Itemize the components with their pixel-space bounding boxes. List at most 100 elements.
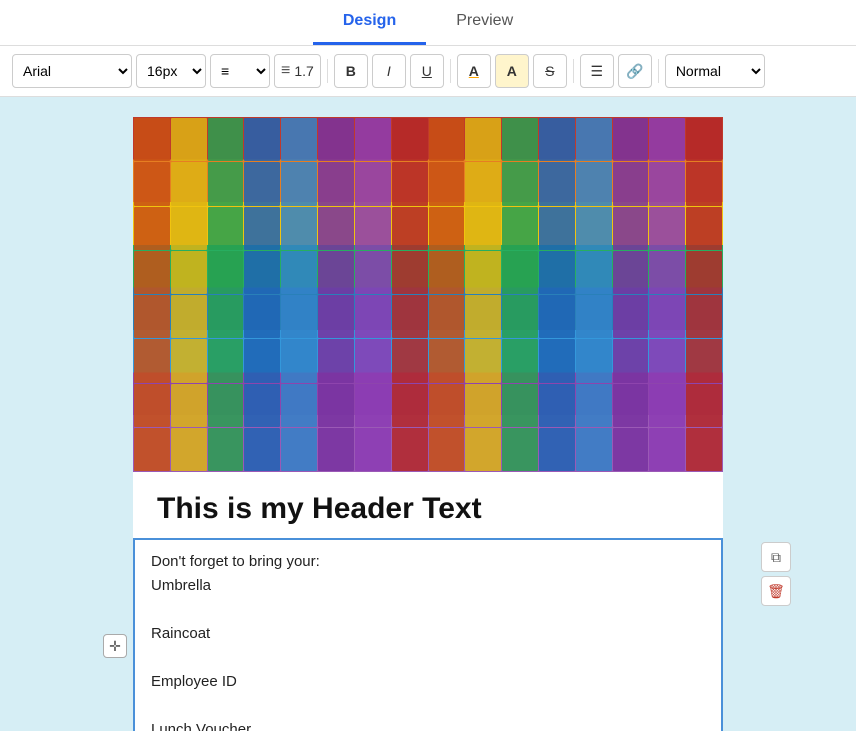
italic-button[interactable]: I xyxy=(372,54,406,88)
photo-cell xyxy=(613,207,649,250)
photo-cell xyxy=(686,118,722,161)
photo-cell xyxy=(539,162,575,205)
highlight-button[interactable]: A xyxy=(495,54,529,88)
photo-cell xyxy=(539,295,575,338)
photo-cell xyxy=(208,339,244,382)
photo-cell xyxy=(649,251,685,294)
photo-cell xyxy=(134,251,170,294)
photo-cell xyxy=(613,428,649,471)
photo-cell xyxy=(465,118,501,161)
photo-cell xyxy=(502,118,538,161)
photo-cell xyxy=(576,428,612,471)
photo-cell xyxy=(318,118,354,161)
photo-cell xyxy=(576,207,612,250)
photo-cell xyxy=(613,118,649,161)
photo-cell xyxy=(208,384,244,427)
photo-cell xyxy=(281,251,317,294)
photo-cell xyxy=(429,251,465,294)
photo-cell xyxy=(281,295,317,338)
delete-block-button[interactable]: 🗑 xyxy=(761,576,791,606)
text-style-select[interactable]: Normal Heading 1 Heading 2 Heading 3 xyxy=(665,54,765,88)
strikethrough-button[interactable]: S xyxy=(533,54,567,88)
photo-cell xyxy=(244,428,280,471)
photo-cell xyxy=(539,251,575,294)
photo-cell xyxy=(281,118,317,161)
photo-cell xyxy=(134,428,170,471)
photo-cell xyxy=(502,339,538,382)
underline-button[interactable]: U xyxy=(410,54,444,88)
tab-preview[interactable]: Preview xyxy=(426,0,543,45)
photo-cell xyxy=(134,207,170,250)
text-block-wrapper: ✛ Don't forget to bring your: Umbrella R… xyxy=(133,538,723,731)
photo-cell xyxy=(244,207,280,250)
photo-grid-overlay: // Generate photo cells for (let i = 0; … xyxy=(133,117,723,472)
photo-cell xyxy=(429,162,465,205)
photo-cell xyxy=(392,162,428,205)
list-button[interactable]: ☰ xyxy=(580,54,614,88)
photo-cell xyxy=(613,384,649,427)
photo-cell xyxy=(244,295,280,338)
photo-cell xyxy=(281,207,317,250)
photo-cell xyxy=(355,162,391,205)
list-item-2: Raincoat xyxy=(151,622,705,646)
photo-cell xyxy=(392,339,428,382)
photo-cell xyxy=(171,118,207,161)
photo-cell xyxy=(576,339,612,382)
line-height-icon: ≡ xyxy=(281,62,290,80)
text-block-actions: ⧉ 🗑 xyxy=(761,542,791,606)
photo-cell xyxy=(465,295,501,338)
photo-cell xyxy=(649,339,685,382)
divider-4 xyxy=(658,59,659,83)
photo-cell xyxy=(686,251,722,294)
photo-cell xyxy=(649,384,685,427)
photo-cell xyxy=(208,295,244,338)
photo-cell xyxy=(134,384,170,427)
photo-cell xyxy=(208,251,244,294)
photo-cell xyxy=(171,251,207,294)
bold-button[interactable]: B xyxy=(334,54,368,88)
photo-cell xyxy=(134,118,170,161)
photo-cell xyxy=(171,162,207,205)
photo-cell xyxy=(171,207,207,250)
photo-cell xyxy=(539,428,575,471)
photo-cell xyxy=(576,118,612,161)
photo-cell xyxy=(318,162,354,205)
photo-grid: // Generate photo cells for (let i = 0; … xyxy=(133,117,723,472)
fill-color-button[interactable]: A xyxy=(457,54,491,88)
photo-cell xyxy=(686,339,722,382)
photo-cell xyxy=(686,162,722,205)
photo-cell xyxy=(502,162,538,205)
text-block[interactable]: Don't forget to bring your: Umbrella Rai… xyxy=(133,538,723,731)
photo-cell xyxy=(355,428,391,471)
text-align-select[interactable]: ≡ ⫸ ⫷ xyxy=(210,54,270,88)
page-header-text: This is my Header Text xyxy=(133,472,723,538)
photo-cell xyxy=(392,207,428,250)
photo-cell xyxy=(208,207,244,250)
copy-block-button[interactable]: ⧉ xyxy=(761,542,791,572)
list-item-1: Umbrella xyxy=(151,574,705,598)
photo-cell xyxy=(392,251,428,294)
photo-cell xyxy=(318,251,354,294)
photo-cell xyxy=(244,118,280,161)
toolbar: Arial Times New Roman Georgia Verdana 12… xyxy=(0,46,856,97)
photo-cell xyxy=(429,207,465,250)
photo-cell xyxy=(281,428,317,471)
photo-cell xyxy=(429,118,465,161)
photo-cell xyxy=(686,295,722,338)
photo-cell xyxy=(649,428,685,471)
photo-cell xyxy=(576,384,612,427)
link-button[interactable]: 🔗 xyxy=(618,54,652,88)
photo-cell xyxy=(502,428,538,471)
tab-design[interactable]: Design xyxy=(313,0,426,45)
photo-cell xyxy=(355,118,391,161)
page-content: // Generate photo cells for (let i = 0; … xyxy=(133,117,723,731)
photo-cell xyxy=(539,339,575,382)
move-handle[interactable]: ✛ xyxy=(103,634,127,658)
font-size-select[interactable]: 12px 14px 16px 18px 20px xyxy=(136,54,206,88)
font-family-select[interactable]: Arial Times New Roman Georgia Verdana xyxy=(12,54,132,88)
photo-cell xyxy=(392,295,428,338)
photo-cell xyxy=(171,384,207,427)
photo-cell xyxy=(686,207,722,250)
photo-cell xyxy=(613,251,649,294)
photo-cell xyxy=(355,339,391,382)
